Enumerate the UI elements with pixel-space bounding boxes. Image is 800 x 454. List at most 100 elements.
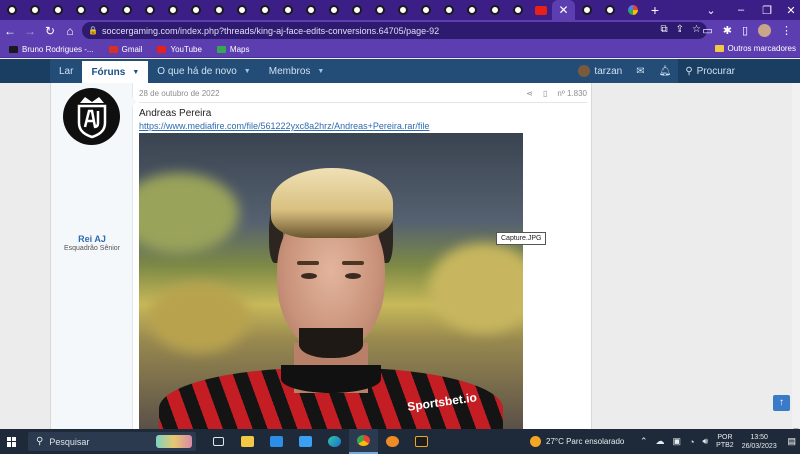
bookmark-item[interactable]: Maps	[216, 45, 249, 54]
browser-tab[interactable]	[184, 0, 207, 20]
edge-icon	[328, 436, 341, 447]
volume-icon[interactable]: 🔊︎	[703, 436, 709, 447]
weather-widget[interactable]: 27°C Parc ensolarado	[530, 429, 624, 454]
taskbar-app-blender[interactable]	[378, 429, 407, 454]
taskbar-app[interactable]	[407, 429, 436, 454]
post-date[interactable]: 28 de outubro de 2022	[139, 89, 220, 98]
browser-tab[interactable]	[368, 0, 391, 20]
browser-tab[interactable]	[276, 0, 299, 20]
post-image[interactable]: Sportsbet.io	[139, 133, 523, 429]
taskbar-file-explorer[interactable]	[233, 429, 262, 454]
language-indicator[interactable]: POR PTB2	[716, 434, 734, 450]
browser-tab[interactable]	[46, 0, 69, 20]
home-icon[interactable]: ⌂	[60, 24, 80, 38]
browser-tab[interactable]	[23, 0, 46, 20]
nav-home[interactable]: Lar	[50, 59, 82, 83]
tab-search-icon[interactable]: ⌄	[696, 0, 726, 20]
browser-tab[interactable]	[161, 0, 184, 20]
browser-tab[interactable]	[253, 0, 276, 20]
search-button[interactable]: ⚲ Procurar	[678, 59, 742, 83]
chevron-up-icon[interactable]: ⌃	[640, 436, 648, 447]
taskbar-edge[interactable]	[320, 429, 349, 454]
bookmark-star-icon[interactable]: ☆	[692, 24, 701, 35]
soccer-ball-icon	[98, 5, 109, 15]
download-link[interactable]: https://www.mediafire.com/file/561222yxc…	[139, 121, 429, 131]
browser-tab[interactable]	[345, 0, 368, 20]
translate-icon[interactable]: ⧉	[661, 24, 668, 35]
camera-icon[interactable]: ▣	[673, 436, 682, 447]
close-window-icon[interactable]: ✕	[776, 0, 800, 20]
taskbar-chrome[interactable]	[349, 429, 378, 454]
browser-tab-youtube[interactable]	[529, 0, 552, 20]
wifi-icon[interactable]: ◔	[689, 437, 694, 447]
browser-tab[interactable]	[437, 0, 460, 20]
post-author[interactable]: Rei AJ	[51, 234, 133, 244]
soccer-ball-icon	[374, 5, 385, 15]
share-icon[interactable]: ⇪	[676, 24, 684, 35]
bookmark-item[interactable]: Gmail	[108, 45, 142, 54]
browser-tab[interactable]	[575, 0, 598, 20]
browser-tab-strip: ✕ + ⌄ – ❐ ✕	[0, 0, 800, 20]
browser-tab[interactable]	[92, 0, 115, 20]
chevron-down-icon[interactable]: ▼	[244, 68, 251, 75]
soccer-ball-icon	[512, 5, 523, 15]
nav-forums[interactable]: Fóruns ▼	[82, 61, 149, 83]
browser-tab[interactable]	[207, 0, 230, 20]
jersey-collar	[281, 365, 381, 393]
close-tab-icon[interactable]: ✕	[558, 3, 568, 17]
browser-tab[interactable]	[322, 0, 345, 20]
browser-tab[interactable]	[391, 0, 414, 20]
task-view-button[interactable]	[204, 429, 233, 454]
new-tab-button[interactable]: +	[644, 2, 666, 18]
browser-tab[interactable]	[414, 0, 437, 20]
browser-tab[interactable]	[69, 0, 92, 20]
notification-icon[interactable]: ▤	[787, 436, 796, 447]
clock[interactable]: 13:50 26/03/2023	[742, 433, 777, 451]
bookmark-item[interactable]: YouTube	[157, 45, 202, 54]
nav-whats-new[interactable]: O que há de novo ▼	[148, 59, 259, 83]
user-menu[interactable]: tarzan	[571, 65, 629, 77]
start-button[interactable]	[0, 429, 24, 454]
taskbar-search[interactable]: ⚲ Pesquisar	[28, 432, 196, 451]
profile-avatar[interactable]	[758, 24, 771, 37]
chevron-down-icon[interactable]: ▼	[317, 68, 324, 75]
gmail-icon	[108, 45, 118, 53]
chrome-icon	[357, 435, 370, 446]
browser-tab-active[interactable]: ✕	[552, 0, 575, 20]
cloud-icon[interactable]: ☁	[656, 436, 665, 447]
puzzle-extensions-icon[interactable]: ✱	[723, 24, 732, 37]
browser-tab[interactable]	[460, 0, 483, 20]
browser-tab[interactable]	[299, 0, 322, 20]
browser-tab[interactable]	[230, 0, 253, 20]
nav-members[interactable]: Membros ▼	[260, 59, 334, 83]
browser-tab[interactable]	[483, 0, 506, 20]
user-avatar-logo[interactable]	[63, 88, 120, 145]
other-bookmarks[interactable]: Outros marcadores	[714, 44, 796, 53]
bookmark-icon[interactable]: ▯	[543, 89, 547, 98]
chevron-down-icon[interactable]: ▼	[132, 69, 139, 76]
inbox-icon[interactable]: ✉	[629, 66, 651, 77]
menu-dots-icon[interactable]: ⋮	[781, 24, 792, 37]
post-number[interactable]: nº 1.830	[557, 89, 587, 98]
bookmark-item[interactable]: Bruno Rodrigues -...	[9, 45, 94, 54]
reload-icon[interactable]: ↻	[40, 24, 60, 38]
browser-tab-google[interactable]	[621, 0, 644, 20]
extension-icon[interactable]: ▭	[702, 24, 712, 37]
scroll-to-top-button[interactable]: ↑	[773, 395, 790, 411]
forward-arrow-icon[interactable]: →	[20, 24, 40, 38]
soccer-ball-icon	[236, 5, 247, 15]
taskbar-mail[interactable]	[291, 429, 320, 454]
bell-icon[interactable]: 🔔︎	[652, 66, 679, 77]
browser-tab[interactable]	[115, 0, 138, 20]
browser-tab[interactable]	[506, 0, 529, 20]
browser-tab[interactable]	[598, 0, 621, 20]
address-bar[interactable]: 🔒 soccergaming.com/index.php?threads/kin…	[82, 22, 707, 39]
page-scrollbar[interactable]	[792, 83, 800, 442]
share-icon[interactable]: ⋖	[526, 89, 533, 98]
soccer-ball-icon	[604, 5, 615, 15]
taskbar-store[interactable]	[262, 429, 291, 454]
side-panel-icon[interactable]: ▯	[742, 24, 748, 37]
back-arrow-icon[interactable]: ←	[0, 24, 20, 38]
browser-tab[interactable]	[0, 0, 23, 20]
browser-tab[interactable]	[138, 0, 161, 20]
